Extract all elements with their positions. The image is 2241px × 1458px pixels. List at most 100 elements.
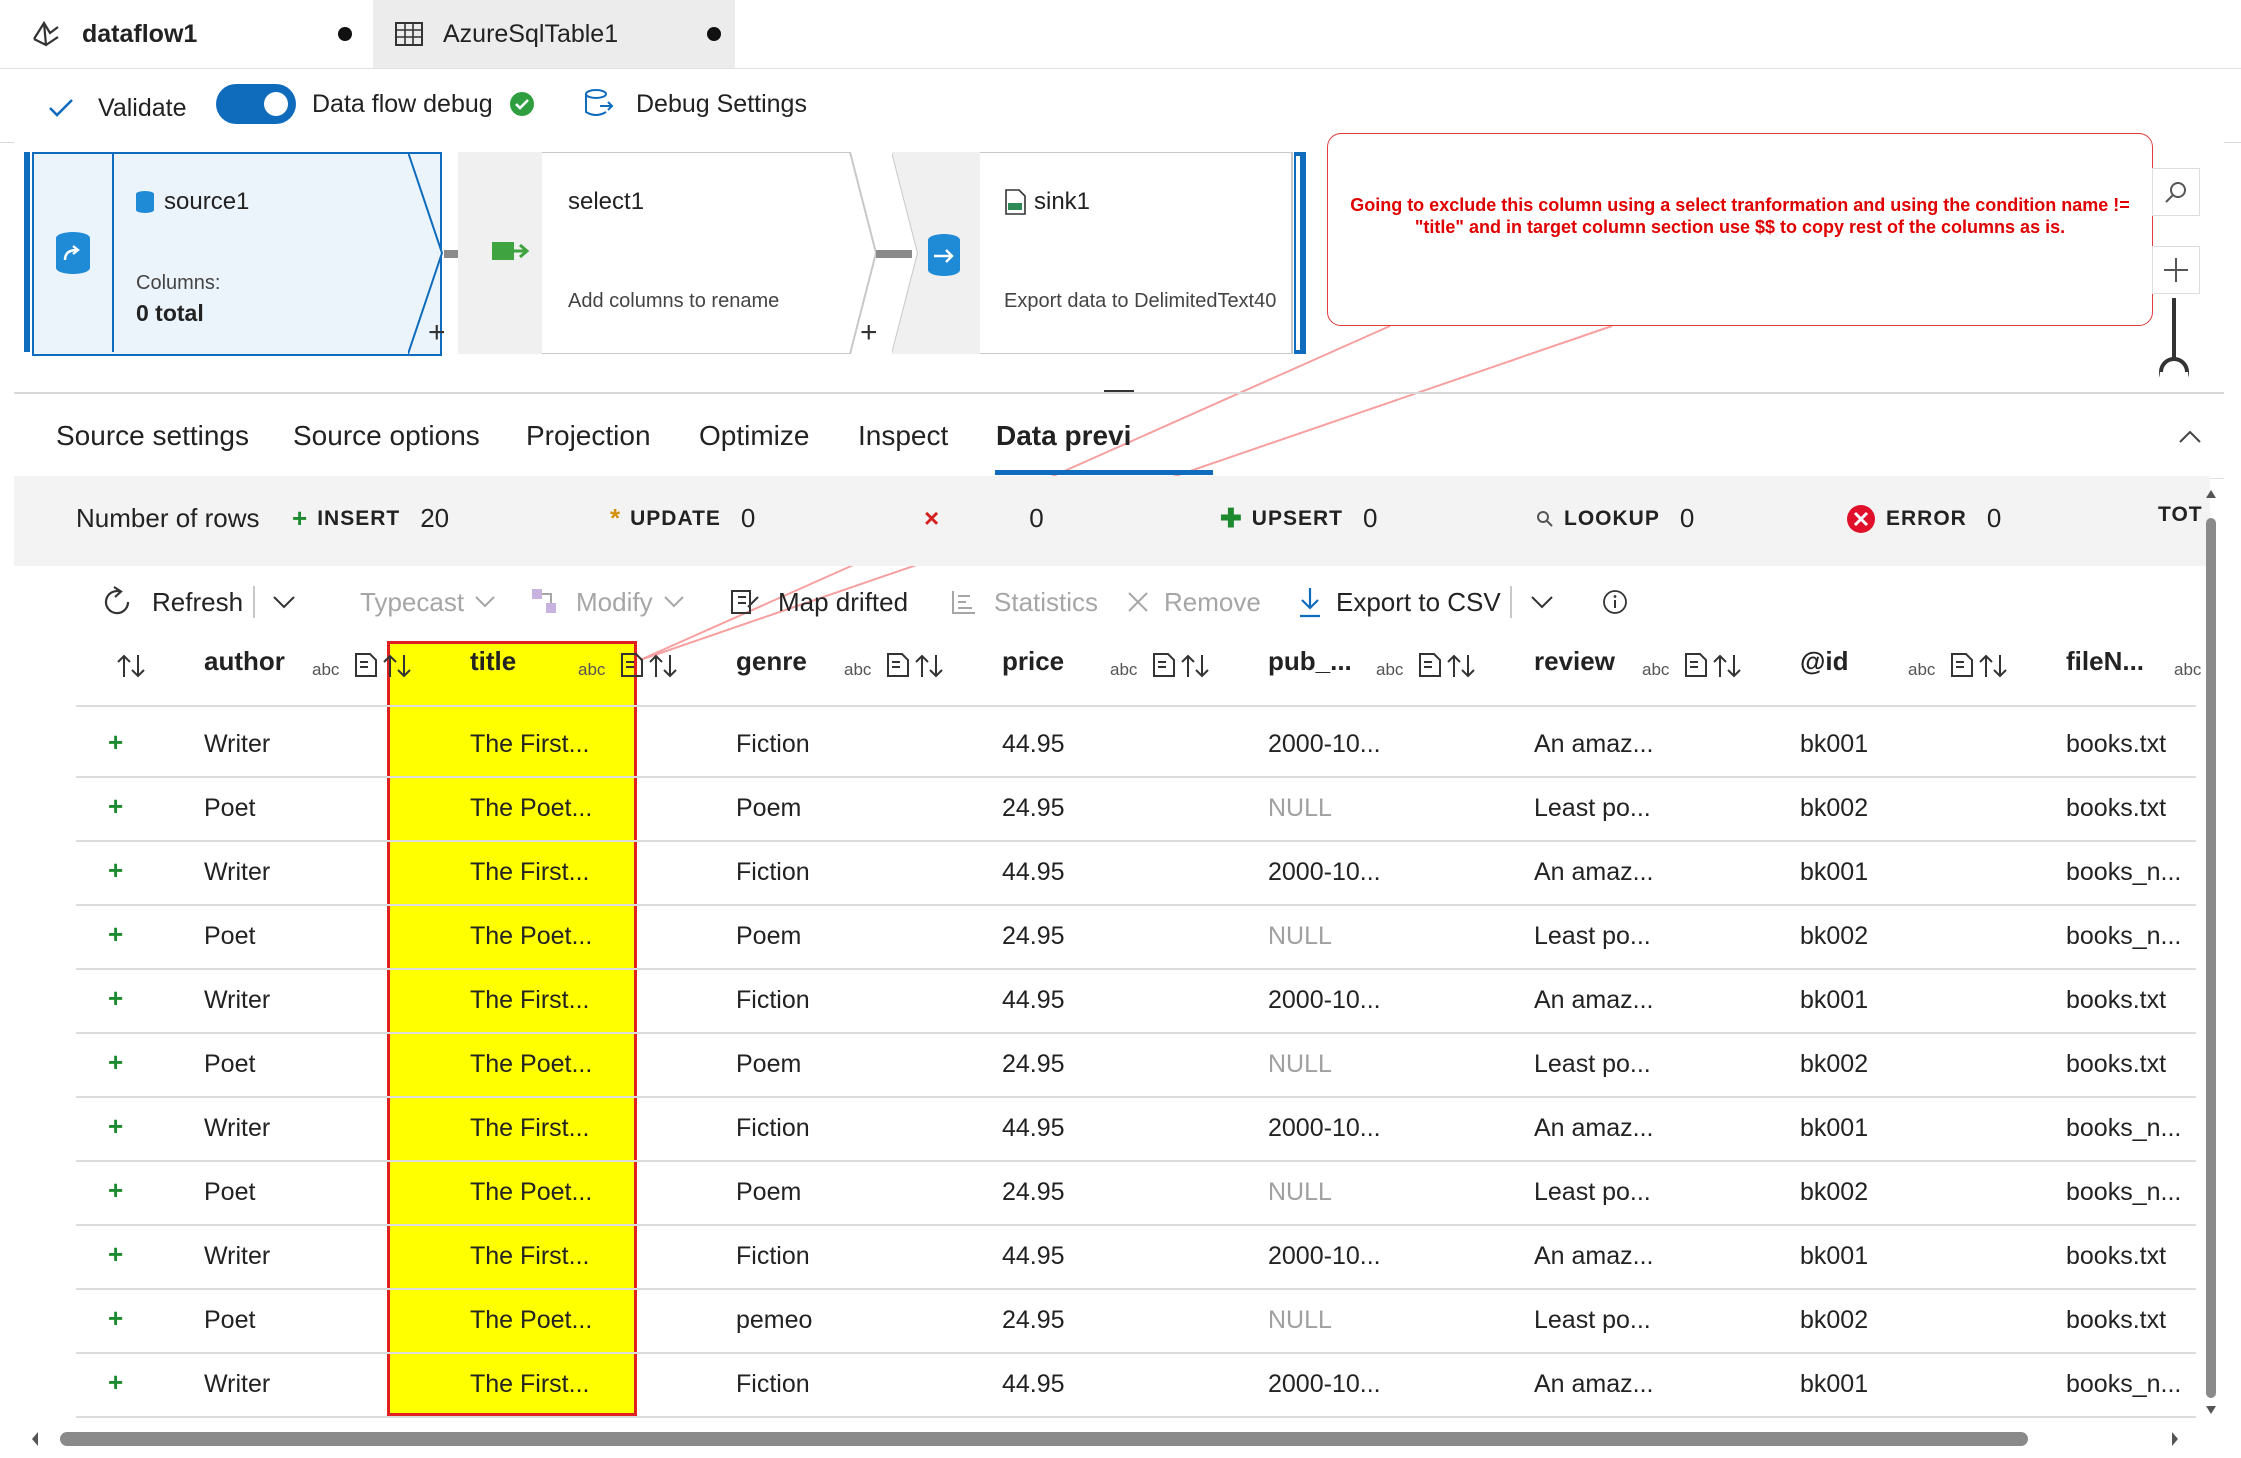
typecast-button[interactable]: Typecast — [360, 580, 496, 624]
column-options-icon[interactable] — [620, 652, 644, 678]
sort-arrows-icon[interactable] — [1712, 653, 1744, 679]
table-cell: 24.95 — [1002, 1306, 1065, 1334]
map-drifted-icon — [730, 587, 762, 617]
tab-data-preview[interactable]: Data previ — [996, 420, 1131, 452]
upsert-stat: ✚ UPSERT 0 — [1220, 503, 1378, 533]
table-cell: Poet — [204, 1306, 256, 1334]
delete-stat: × 0 — [924, 503, 1044, 533]
row-divider — [76, 1160, 2196, 1162]
active-tab-indicator — [995, 470, 1213, 475]
statistics-label: Statistics — [994, 586, 1099, 617]
column-header-0[interactable]: author — [204, 646, 285, 677]
table-cell: Least po... — [1534, 1050, 1651, 1078]
tab-source-options[interactable]: Source options — [293, 420, 480, 452]
table-cell: Poem — [736, 1178, 802, 1206]
insert-row-plus-icon: + — [108, 855, 124, 885]
table-cell: Fiction — [736, 730, 810, 758]
table-cell: 24.95 — [1002, 1178, 1065, 1206]
vertical-scrollbar[interactable] — [2204, 488, 2218, 1418]
sort-arrows-icon[interactable] — [1978, 653, 2010, 679]
table-cell: bk002 — [1800, 922, 1869, 950]
column-header-6[interactable]: @id — [1800, 646, 1848, 677]
refresh-button[interactable]: Refresh — [100, 580, 243, 624]
sort-arrows-icon[interactable] — [1446, 653, 1478, 679]
column-header-3[interactable]: price — [1002, 646, 1064, 677]
chevron-down-icon — [663, 595, 685, 609]
column-header-1[interactable]: title — [470, 646, 516, 677]
column-options-icon[interactable] — [886, 652, 910, 678]
column-options-icon[interactable] — [1418, 652, 1442, 678]
export-csv-button[interactable]: Export to CSV — [1298, 580, 1501, 624]
table-cell: Fiction — [736, 858, 810, 886]
zoom-in-button[interactable] — [2152, 246, 2200, 294]
column-options-icon[interactable] — [1152, 652, 1176, 678]
type-abc-icon: abc — [1110, 660, 1138, 679]
collapse-panel-icon[interactable] — [2178, 428, 2202, 444]
download-icon — [1298, 586, 1322, 618]
table-cell: 2000-10... — [1268, 1114, 1381, 1142]
update-stat: * UPDATE 0 — [610, 503, 756, 533]
table-cell: books.txt — [2066, 730, 2167, 758]
insert-row-plus-icon: + — [108, 1367, 124, 1397]
table-cell: 44.95 — [1002, 730, 1065, 758]
map-drifted-label: Map drifted — [778, 586, 909, 617]
error-circle-icon — [1846, 504, 1876, 534]
horizontal-scrollbar[interactable] — [30, 1428, 2190, 1450]
refresh-options-chevron[interactable] — [272, 580, 296, 624]
tab-optimize[interactable]: Optimize — [699, 420, 809, 452]
export-label: Export to CSV — [1336, 586, 1501, 617]
modify-button[interactable]: Modify — [530, 580, 685, 624]
table-cell: 44.95 — [1002, 1370, 1065, 1398]
table-cell: The First... — [470, 986, 590, 1014]
column-header-2[interactable]: genre — [736, 646, 807, 677]
sort-arrows-icon[interactable] — [914, 653, 946, 679]
table-cell: Least po... — [1534, 1178, 1651, 1206]
remove-x-icon — [1126, 590, 1150, 614]
info-button[interactable] — [1602, 580, 1628, 624]
column-header-7[interactable]: fileN... — [2066, 646, 2144, 677]
sort-arrows-icon[interactable] — [382, 653, 414, 679]
zoom-slider[interactable] — [2156, 298, 2192, 388]
type-abc-icon: abc — [1642, 660, 1670, 679]
insert-row-plus-icon: + — [108, 791, 124, 821]
table-cell: Writer — [204, 986, 271, 1014]
tab-projection[interactable]: Projection — [526, 420, 651, 452]
remove-button[interactable]: Remove — [1126, 580, 1261, 624]
lookup-stat: LOOKUP 0 — [1536, 503, 1694, 534]
table-cell: books.txt — [2066, 986, 2167, 1014]
statistics-button[interactable]: Statistics — [950, 580, 1098, 624]
chevron-down-icon — [272, 594, 296, 610]
row-divider — [76, 776, 2196, 778]
map-drifted-button[interactable]: Map drifted — [730, 580, 908, 624]
table-cell: Poet — [204, 922, 256, 950]
tab-inspect[interactable]: Inspect — [858, 420, 948, 452]
sort-arrows-icon[interactable] — [648, 653, 680, 679]
column-options-icon[interactable] — [1684, 652, 1708, 678]
search-canvas-button[interactable] — [2152, 168, 2200, 216]
column-header-5[interactable]: review — [1534, 646, 1615, 677]
table-cell: The Poet... — [470, 922, 593, 950]
table-cell: bk001 — [1800, 986, 1869, 1014]
table-cell: bk002 — [1800, 1050, 1869, 1078]
type-abc-icon: abc — [578, 660, 606, 679]
table-cell: The First... — [470, 1370, 590, 1398]
sort-arrows-icon[interactable] — [1180, 653, 1212, 679]
row-divider — [76, 1096, 2196, 1098]
table-cell: The Poet... — [470, 794, 593, 822]
type-abc-icon: abc — [844, 660, 872, 679]
modify-icon — [530, 587, 560, 617]
type-abc-icon: abc — [1376, 660, 1404, 679]
tab-source-settings[interactable]: Source settings — [56, 420, 249, 452]
insert-row-plus-icon: + — [108, 1239, 124, 1269]
number-of-rows-label: Number of rows — [76, 503, 260, 533]
table-cell: Writer — [204, 1242, 271, 1270]
column-options-icon[interactable] — [1950, 652, 1974, 678]
column-options-icon[interactable] — [354, 652, 378, 678]
sort-arrows-icon[interactable] — [116, 653, 148, 679]
insert-row-plus-icon: + — [108, 1303, 124, 1333]
table-cell: 2000-10... — [1268, 730, 1381, 758]
column-header-4[interactable]: pub_... — [1268, 646, 1352, 677]
row-divider — [76, 1224, 2196, 1226]
export-options-chevron[interactable] — [1530, 580, 1554, 624]
table-cell: An amaz... — [1534, 858, 1654, 886]
